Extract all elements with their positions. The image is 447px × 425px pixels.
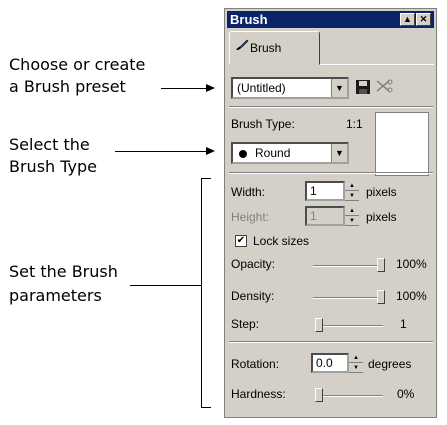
callout-type-arrow <box>206 147 215 155</box>
preset-select[interactable]: (Untitled) ▼ <box>231 77 349 99</box>
save-icon[interactable] <box>355 79 371 98</box>
spin-down-icon[interactable]: ▼ <box>345 191 359 201</box>
height-input[interactable]: 1 <box>305 206 345 226</box>
scissors-icon[interactable] <box>375 79 393 98</box>
tab-divider <box>320 64 434 65</box>
callout-params-bracket <box>201 178 202 408</box>
spin-up-icon[interactable]: ▲ <box>345 181 359 191</box>
width-label: Width: <box>231 185 266 199</box>
round-brush-icon <box>238 148 248 162</box>
chevron-down-icon: ▼ <box>331 144 347 162</box>
density-slider-track <box>313 297 383 299</box>
brush-type-select[interactable]: Round ▼ <box>231 142 349 164</box>
title-bar: Brush ▲ ✕ <box>227 11 434 28</box>
lock-sizes-label: Lock sizes <box>253 234 310 248</box>
callout-params-bracket-bottom <box>201 407 211 408</box>
height-label: Height: <box>231 210 270 224</box>
hardness-label: Hardness: <box>231 387 286 401</box>
chevron-down-icon: ▼ <box>331 79 347 97</box>
spin-up-icon[interactable]: ▲ <box>349 353 363 363</box>
separator <box>229 106 433 108</box>
step-slider[interactable] <box>315 318 323 332</box>
callout-params-line1: Set the Brush <box>9 262 118 281</box>
spin-down-icon[interactable]: ▼ <box>345 216 359 226</box>
close-button[interactable]: ✕ <box>416 13 431 26</box>
brush-type-value: Round <box>255 146 291 160</box>
brush-type-label: Brush Type: <box>231 117 295 131</box>
callout-params-bracket-top <box>201 178 211 179</box>
density-label: Density: <box>231 289 275 303</box>
callout-type-line1: Select the <box>9 135 90 154</box>
opacity-slider-track <box>313 265 383 267</box>
callout-preset-line2: a Brush preset <box>9 77 126 96</box>
hardness-slider[interactable] <box>315 388 323 402</box>
preset-value: (Untitled) <box>237 81 286 95</box>
callout-type-line <box>115 151 207 152</box>
width-spinner[interactable]: ▲ ▼ <box>345 181 359 201</box>
height-spinner[interactable]: ▲ ▼ <box>345 206 359 226</box>
callout-preset-arrow <box>206 84 215 92</box>
rotation-unit: degrees <box>368 357 412 371</box>
separator <box>229 172 433 174</box>
separator <box>229 341 433 343</box>
density-slider[interactable] <box>377 290 385 304</box>
callout-preset-line1: Choose or create <box>9 55 146 74</box>
callout-type-line2: Brush Type <box>9 157 98 176</box>
hardness-slider-track <box>315 395 383 397</box>
brush-icon <box>235 39 249 54</box>
width-unit: pixels <box>366 185 397 199</box>
callout-params-line <box>130 285 201 286</box>
spin-up-icon[interactable]: ▲ <box>345 206 359 216</box>
rotation-label: Rotation: <box>231 357 280 371</box>
width-input[interactable]: 1 <box>305 181 345 201</box>
spin-down-icon[interactable]: ▼ <box>349 363 363 373</box>
tab-brush[interactable]: Brush <box>229 31 320 65</box>
minimize-button[interactable]: ▲ <box>400 13 415 26</box>
tab-brush-label: Brush <box>250 41 282 55</box>
step-value: 1 <box>400 317 407 331</box>
opacity-slider[interactable] <box>377 258 385 272</box>
hardness-value: 0% <box>397 387 415 401</box>
density-value: 100% <box>396 289 427 303</box>
opacity-label: Opacity: <box>231 257 276 271</box>
callout-preset-line <box>161 88 207 89</box>
height-unit: pixels <box>366 210 397 224</box>
rotation-input[interactable]: 0.0 <box>311 353 349 373</box>
brush-preview <box>375 112 429 176</box>
brush-type-ratio: 1:1 <box>346 117 363 131</box>
lock-sizes-checkbox[interactable]: ✔ <box>235 235 247 247</box>
step-label: Step: <box>231 317 260 331</box>
rotation-spinner[interactable]: ▲ ▼ <box>349 353 363 373</box>
callout-params-line2: parameters <box>9 286 102 305</box>
opacity-value: 100% <box>396 257 427 271</box>
brush-panel: Brush ▲ ✕ Brush (Untitled) ▼ Brush Type:… <box>224 8 437 418</box>
step-slider-track <box>315 325 383 327</box>
window-title: Brush <box>230 12 268 27</box>
